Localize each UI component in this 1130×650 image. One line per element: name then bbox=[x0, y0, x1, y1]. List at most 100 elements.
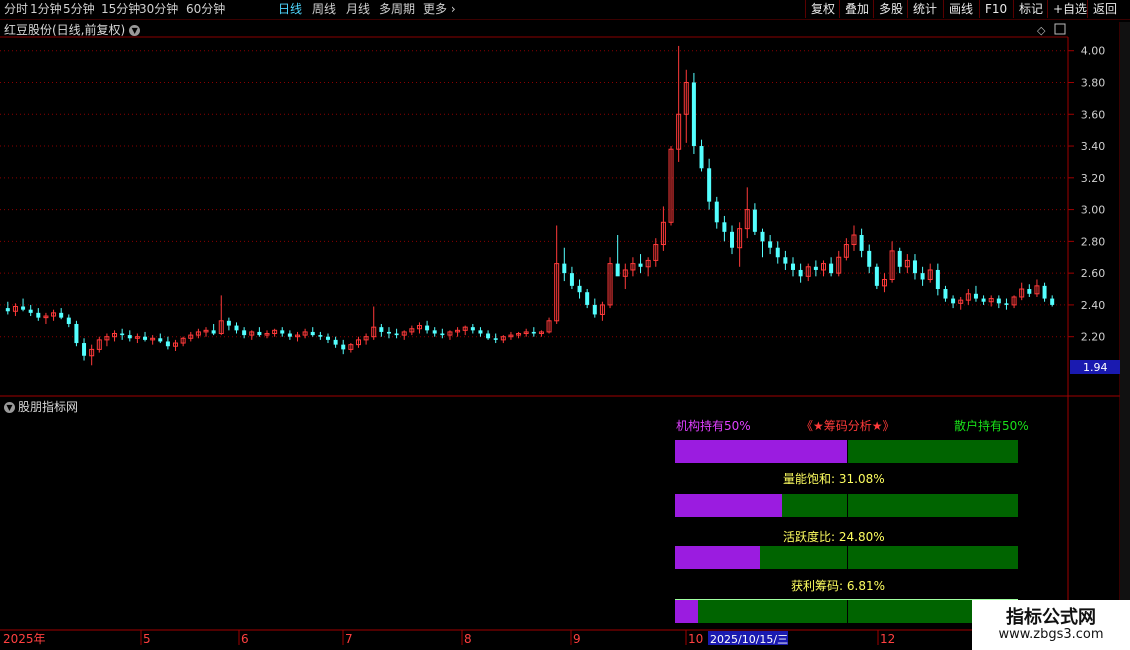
date-cursor-label: 2025/10/15/三 bbox=[710, 633, 788, 646]
bar-midline bbox=[846, 494, 848, 517]
candle-body bbox=[829, 263, 834, 274]
toolbar-button[interactable]: 复权 bbox=[805, 0, 840, 18]
toolbar-button[interactable]: +自选 bbox=[1047, 0, 1092, 18]
candle-body bbox=[653, 244, 659, 261]
candle-body bbox=[965, 293, 971, 301]
candle-body bbox=[257, 331, 262, 336]
candle-body bbox=[302, 331, 308, 336]
candle-body bbox=[615, 263, 620, 277]
candle-body bbox=[722, 222, 727, 232]
period-tab[interactable]: 多周期 bbox=[379, 2, 415, 17]
indicator-title[interactable]: ▼ 股朋指标网 bbox=[4, 398, 78, 415]
candle-body bbox=[264, 333, 270, 336]
toolbar-button[interactable]: F10 bbox=[979, 0, 1012, 18]
toolbar-button[interactable]: 多股 bbox=[873, 0, 908, 18]
candle-body bbox=[348, 344, 354, 350]
candle-body bbox=[134, 336, 140, 339]
row-label: 获利筹码: bbox=[791, 579, 844, 593]
candle-body bbox=[66, 317, 71, 324]
candle-body bbox=[630, 263, 636, 271]
candle-body bbox=[508, 334, 514, 338]
row-label: 活跃度比: bbox=[783, 530, 836, 544]
candle-body bbox=[836, 256, 842, 274]
candle-body bbox=[43, 315, 49, 319]
candle-body bbox=[447, 331, 453, 336]
candle-body bbox=[59, 312, 64, 318]
candle-body bbox=[691, 82, 696, 147]
candle-body bbox=[493, 338, 498, 340]
price-tick-label: 2.40 bbox=[1081, 299, 1106, 312]
candle-body bbox=[432, 330, 437, 334]
period-tab[interactable]: 周线 bbox=[312, 2, 336, 17]
date-tick-label: 9 bbox=[573, 632, 581, 646]
period-tab[interactable]: 分时 bbox=[4, 2, 28, 17]
date-tick-label: 5 bbox=[143, 632, 151, 646]
candle-body bbox=[249, 331, 255, 336]
period-tab[interactable]: 60分钟 bbox=[186, 2, 225, 17]
toolbar-button[interactable]: 叠加 bbox=[839, 0, 874, 18]
inst-label: 机构持有50% bbox=[676, 419, 751, 433]
chip-bar-profit bbox=[675, 599, 1018, 623]
candle-body bbox=[82, 343, 87, 356]
candle-body bbox=[904, 259, 910, 268]
candle-body bbox=[523, 331, 529, 335]
candle-body bbox=[592, 304, 597, 315]
candle-body bbox=[760, 231, 765, 242]
symbol-title[interactable]: 红豆股份(日线,前复权) ▼ bbox=[4, 21, 141, 38]
price-tick-label: 2.20 bbox=[1081, 331, 1106, 344]
candle-body bbox=[211, 330, 216, 334]
candle-body bbox=[287, 333, 292, 337]
candle-body bbox=[981, 298, 986, 302]
price-tick-label: 3.00 bbox=[1081, 204, 1106, 217]
candle-body bbox=[775, 247, 780, 258]
date-tick-label: 12 bbox=[880, 632, 895, 646]
price-tick-label: 3.60 bbox=[1081, 108, 1106, 121]
date-cursor-box bbox=[708, 631, 788, 645]
toolbar-button[interactable]: 画线 bbox=[943, 0, 978, 18]
candle-body bbox=[1019, 288, 1025, 298]
period-tab[interactable]: 月线 bbox=[346, 2, 370, 17]
period-tab[interactable]: 5分钟 bbox=[63, 2, 95, 17]
volume-saturation-label: 量能饱和: 31.08% bbox=[783, 470, 885, 487]
candle-body bbox=[294, 334, 300, 338]
candle-body bbox=[180, 337, 186, 344]
candle-body bbox=[622, 269, 628, 277]
indicator-name-text: 股朋指标网 bbox=[18, 400, 79, 414]
candle-body bbox=[173, 342, 179, 347]
candle-body bbox=[318, 335, 323, 337]
candle-body bbox=[120, 333, 125, 336]
chevron-down-icon[interactable]: ▼ bbox=[129, 25, 141, 36]
candle-body bbox=[867, 250, 872, 267]
candle-body bbox=[538, 331, 544, 335]
toolbar-button[interactable]: 标记 bbox=[1013, 0, 1048, 18]
period-tab[interactable]: 1分钟 bbox=[30, 2, 62, 17]
candle-body bbox=[531, 331, 536, 334]
candle-body bbox=[699, 146, 704, 169]
candle-body bbox=[218, 320, 224, 335]
candle-body bbox=[554, 263, 560, 322]
candle-body bbox=[12, 306, 18, 312]
candle-body bbox=[455, 329, 461, 333]
candle-body bbox=[996, 298, 1001, 304]
date-tick-label: 10 bbox=[688, 632, 703, 646]
candle-body bbox=[401, 331, 407, 336]
candle-body bbox=[425, 325, 430, 331]
candle-body bbox=[638, 263, 643, 267]
candle-body bbox=[333, 339, 338, 345]
candle-body bbox=[150, 337, 156, 341]
period-tab[interactable]: 15分钟 bbox=[101, 2, 140, 17]
bar-fill bbox=[675, 494, 782, 517]
candle-body bbox=[820, 263, 826, 271]
bar-fill bbox=[675, 600, 699, 623]
toolbar-button[interactable]: 返回 bbox=[1087, 0, 1122, 18]
toolbar-button[interactable]: 统计 bbox=[907, 0, 942, 18]
price-tick-label: 3.20 bbox=[1081, 172, 1106, 185]
period-tab[interactable]: 更多 › bbox=[423, 2, 456, 17]
price-tick-label: 3.40 bbox=[1081, 140, 1106, 153]
chevron-down-icon[interactable]: ▼ bbox=[4, 402, 15, 413]
candle-body bbox=[562, 263, 567, 274]
right-scrollbar[interactable] bbox=[1120, 22, 1130, 650]
period-tab[interactable]: 日线 bbox=[278, 2, 302, 17]
candle-body bbox=[843, 244, 849, 258]
period-tab[interactable]: 30分钟 bbox=[139, 2, 178, 17]
